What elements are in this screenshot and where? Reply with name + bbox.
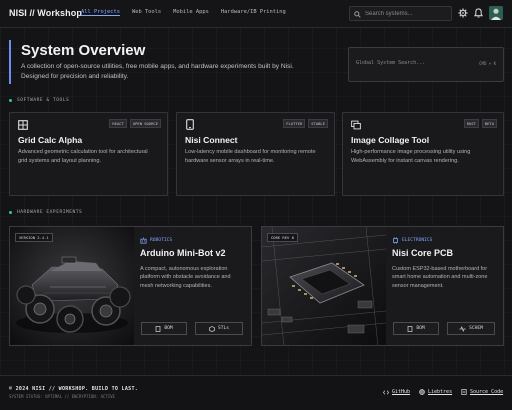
system-status-text: SYSTEM STATUS: OPTIMAL // ENCRYPTION: AC…: [9, 394, 115, 399]
tag-badge: OPEN SOURCE: [129, 119, 161, 128]
document-icon: [155, 325, 161, 332]
tag-badge: RUST: [463, 119, 479, 128]
section-label-hardware: HARDWARE EXPERIMENTS: [9, 210, 82, 215]
footer-link-github[interactable]: GitHub: [383, 389, 410, 395]
shortcut-hint: CMD + K: [479, 61, 496, 66]
section-label-software: SOFTWARE & TOOLS: [9, 98, 69, 103]
search-input[interactable]: [365, 10, 451, 17]
global-search-box[interactable]: CMD + K: [348, 47, 504, 82]
tag-badge: STABLE: [308, 119, 328, 128]
pcb-image: [262, 227, 386, 345]
grid-icon: [18, 119, 28, 130]
card-title: Nisi Connect: [185, 135, 238, 145]
card-title: Image Collage Tool: [351, 135, 430, 145]
version-badge: VERSION 2.4.1: [15, 233, 53, 242]
card-title: Nisi Core PCB: [392, 248, 454, 258]
tag-badge: BETA: [481, 119, 497, 128]
schematic-button[interactable]: SCHEM: [447, 322, 495, 335]
footer-link-liebtres[interactable]: Liebtres: [419, 389, 452, 395]
category-label: ELECTRONICS: [392, 237, 432, 244]
bom-button[interactable]: BOM: [141, 322, 187, 335]
search-icon: [354, 5, 361, 23]
bom-button[interactable]: BOM: [393, 322, 439, 335]
nav-web-tools[interactable]: Web Tools: [132, 9, 161, 15]
global-search-input[interactable]: [356, 60, 466, 66]
software-card-grid-calc[interactable]: REACT OPEN SOURCE Grid Calc Alpha Advance…: [9, 112, 168, 196]
card-title: Arduino Mini-Bot v2: [140, 248, 226, 258]
cube-icon: [209, 325, 215, 332]
tag-badge: FLUTTER: [283, 119, 306, 128]
top-bar: NISI // Workshop All Projects Web Tools …: [0, 0, 512, 28]
page-title: System Overview: [21, 42, 146, 59]
globe-icon: [419, 389, 425, 395]
footer-link-source-code[interactable]: Source Code: [461, 389, 503, 395]
hero-accent-bar: [9, 40, 11, 84]
software-card-nisi-connect[interactable]: FLUTTER STABLE Nisi Connect Low-latency m…: [176, 112, 335, 196]
robot-icon: [140, 237, 147, 244]
bell-icon[interactable]: [472, 7, 484, 19]
tag-badge: REACT: [109, 119, 127, 128]
phone-icon: [185, 119, 195, 130]
card-title: Grid Calc Alpha: [18, 135, 83, 145]
card-description: Low-latency mobile dashboard for monitor…: [185, 149, 316, 164]
software-card-image-collage[interactable]: RUST BETA Image Collage Tool High-perform…: [342, 112, 504, 196]
card-description: A compact, autonomous exploration platfo…: [140, 266, 231, 289]
card-description: Custom ESP32-based motherboard for smart…: [392, 266, 488, 289]
nav-hardware-printing[interactable]: Hardware/IB Printing: [221, 9, 286, 15]
nav-all-projects[interactable]: All Projects: [81, 9, 120, 15]
hardware-card-mini-bot[interactable]: VERSION 2.4.1 ROBOTICS Arduino Mini-Bot …: [9, 226, 252, 346]
status-dot: [9, 211, 12, 214]
brand-logo[interactable]: NISI // Workshop: [9, 8, 82, 18]
copyright-text: © 2024 NISI // WORKSHOP. BUILD TO LAST.: [9, 386, 139, 392]
images-icon: [351, 119, 361, 130]
gear-icon[interactable]: [457, 7, 469, 19]
version-badge: CORE REV 8: [267, 233, 298, 242]
hardware-card-core-pcb[interactable]: CORE REV 8 ELECTRONICS Nisi Core PCB Cus…: [261, 226, 504, 346]
hero-description: A collection of open-source utilities, f…: [21, 63, 294, 80]
document-icon: [407, 325, 413, 332]
code-icon: [383, 389, 389, 395]
card-description: Advanced geometric calculation tool for …: [18, 149, 148, 164]
card-description: High-performance image processing utilit…: [351, 149, 471, 164]
category-label: ROBOTICS: [140, 237, 172, 244]
avatar[interactable]: [489, 6, 503, 20]
footer: © 2024 NISI // WORKSHOP. BUILD TO LAST. …: [0, 375, 512, 410]
nav-mobile-apps[interactable]: Mobile Apps: [173, 9, 209, 15]
chip-icon: [393, 237, 398, 244]
status-dot: [9, 99, 12, 102]
file-icon: [461, 389, 467, 395]
main-nav: All Projects Web Tools Mobile Apps Hardw…: [81, 9, 298, 15]
search-box[interactable]: [349, 6, 452, 21]
schematic-icon: [459, 325, 466, 332]
robot-image: [10, 227, 134, 345]
stls-button[interactable]: STLs: [195, 322, 243, 335]
